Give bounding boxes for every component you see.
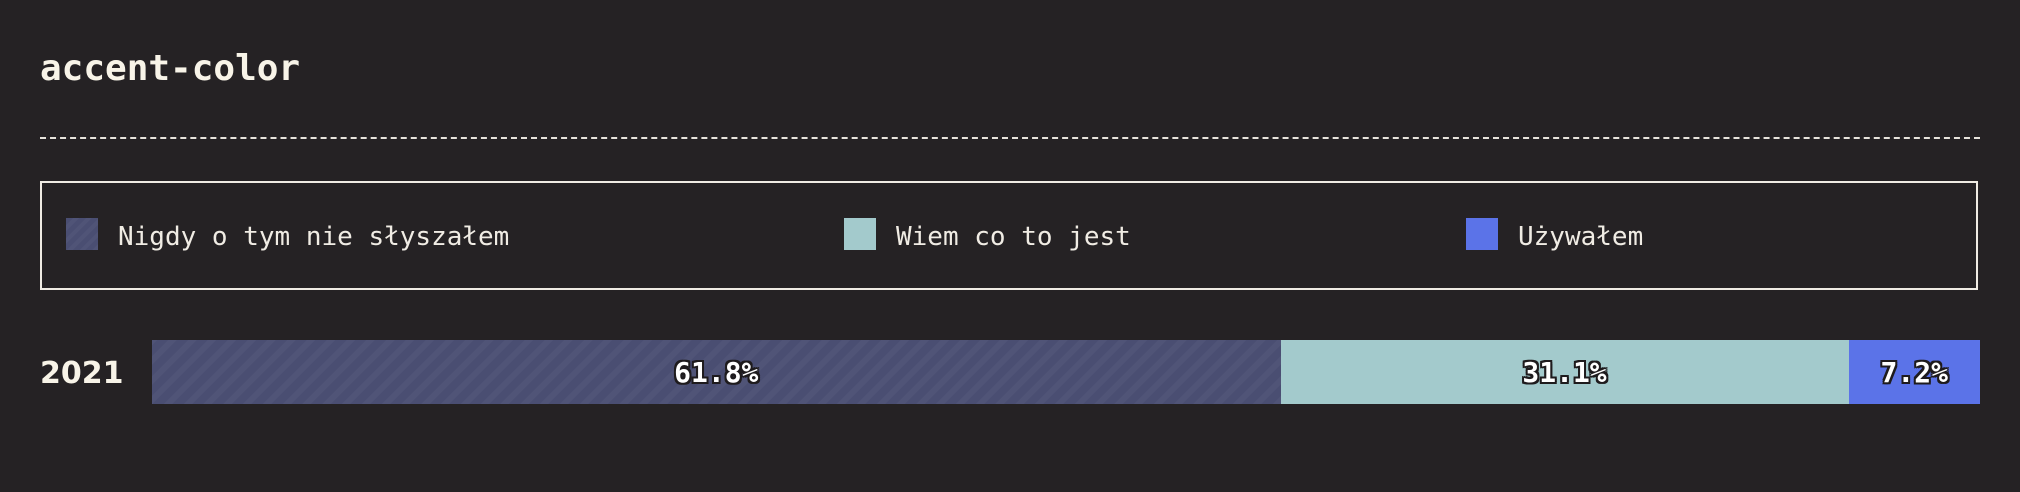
legend-item-never-heard[interactable]: Nigdy o tym nie słyszałem	[66, 218, 510, 252]
legend-item-used[interactable]: Używałem	[1466, 218, 1644, 252]
legend-swatch-know-what	[844, 218, 876, 250]
bar-segment-label-never-heard: 61.8%	[674, 355, 759, 389]
legend-item-know-what[interactable]: Wiem co to jest	[844, 218, 1131, 252]
bar-segment-never-heard[interactable]: 61.8%	[152, 340, 1281, 404]
chart-title: accent-color	[40, 48, 301, 89]
legend-label-never-heard: Nigdy o tym nie słyszałem	[118, 222, 510, 252]
legend-label-used: Używałem	[1518, 222, 1644, 252]
bar-row-label: 2021	[40, 356, 124, 391]
bar-segment-know-what[interactable]: 31.1%	[1280, 340, 1849, 404]
bar-segment-label-know-what: 31.1%	[1522, 355, 1607, 389]
legend-label-know-what: Wiem co to jest	[896, 222, 1131, 252]
bar-segment-label-used: 7.2%	[1880, 355, 1948, 389]
title-divider	[40, 137, 1980, 139]
stacked-bar-2021: 61.8% 31.1% 7.2%	[152, 340, 1980, 404]
legend-swatch-used	[1466, 218, 1498, 250]
legend-swatch-never-heard	[66, 218, 98, 250]
bar-segment-used[interactable]: 7.2%	[1848, 340, 1980, 404]
legend: Nigdy o tym nie słyszałem Wiem co to jes…	[40, 181, 1978, 290]
